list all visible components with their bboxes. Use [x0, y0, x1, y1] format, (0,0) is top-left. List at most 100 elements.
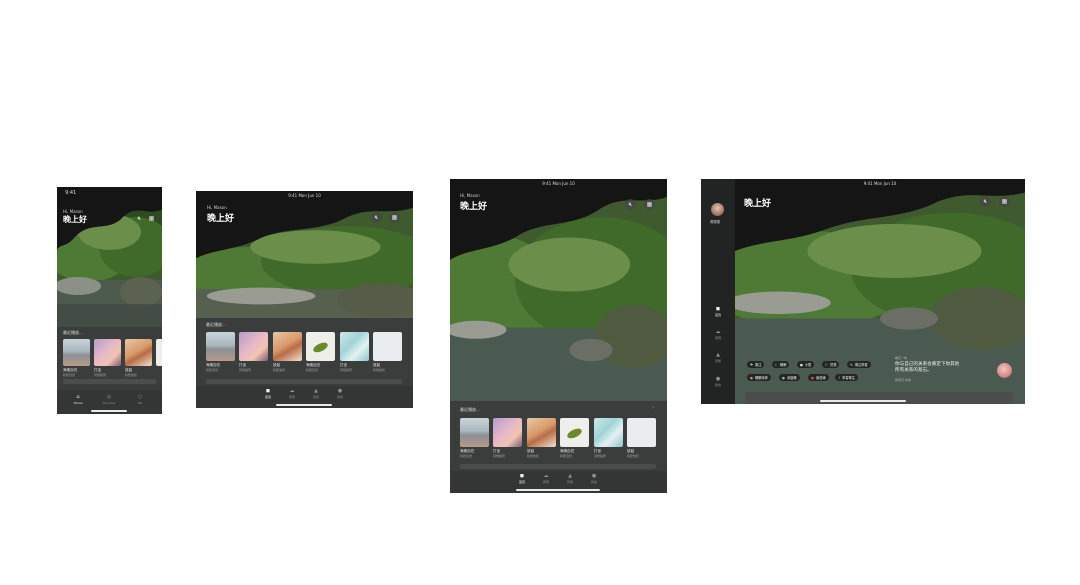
chip-meditate[interactable]: ⚐ 冥想: [822, 361, 840, 368]
chip-label: 睡眠: [780, 363, 787, 367]
recent-thumb-1[interactable]: [63, 339, 90, 366]
grid-button[interactable]: ▦: [147, 214, 156, 223]
recent-thumb-3[interactable]: [273, 332, 302, 361]
recent-thumb-6[interactable]: [627, 418, 656, 447]
sound-toggle-button[interactable]: 🔇︎: [625, 199, 636, 210]
tab-discover[interactable]: ☁ 發現: [282, 389, 302, 400]
home-icon: ◼: [519, 473, 525, 479]
user-icon: ●: [591, 473, 597, 479]
tab-discover[interactable]: ◎ Discover: [98, 394, 120, 406]
greeting-subtitle: Hi, Mason: [207, 205, 227, 210]
chip-label: 專注學習: [854, 363, 868, 367]
mini-player[interactable]: [206, 379, 402, 384]
tab-home[interactable]: ◼ 首頁: [512, 473, 532, 485]
sound-off-icon: 🔇︎: [628, 200, 633, 208]
user-icon: ○: [137, 394, 143, 400]
tab-home[interactable]: ⌂ Home: [67, 394, 89, 406]
moon-icon: ☾: [775, 362, 779, 367]
tab-meditate[interactable]: ▲ 冥想: [560, 473, 580, 485]
tab-label: 發現: [288, 395, 295, 399]
sound-toggle-button[interactable]: 🔇︎: [135, 214, 144, 223]
dot-icon: ●: [811, 375, 814, 380]
tab-bar: ◼ 首頁 ☁ 發現 ▲ 冥想 ● 我的: [196, 386, 413, 408]
chip-deep-sleep[interactable]: ● 深度睡: [779, 374, 800, 381]
mountain-icon: ▲: [568, 473, 572, 479]
compass-icon: ◎: [106, 394, 112, 400]
chip-nap[interactable]: ◼ 小憩: [797, 361, 815, 368]
cloud-icon: ☁: [715, 329, 721, 335]
grid-button[interactable]: ▦: [999, 196, 1010, 207]
recent-thumb-2[interactable]: [493, 418, 522, 447]
tab-label: Me: [137, 401, 143, 405]
recent-item-sub: 聆聽自然: [460, 454, 473, 458]
chip-study-focus[interactable]: ♪ 學習專注: [835, 374, 858, 381]
tab-meditate[interactable]: ▲ 冥想: [306, 389, 326, 400]
recent-thumb-3[interactable]: [125, 339, 152, 366]
recent-thumb-6[interactable]: [373, 332, 402, 361]
tab-me[interactable]: ○ Me: [129, 394, 151, 406]
square-icon: ◼: [800, 362, 803, 367]
sidebar-item-mine[interactable]: ● 我的: [709, 377, 727, 388]
tab-home[interactable]: ◼ 首頁: [258, 389, 278, 400]
tab-mine[interactable]: ● 我的: [584, 473, 604, 485]
chip-pomodoro[interactable]: ● 番茄鐘: [808, 374, 829, 381]
recent-thumb-2[interactable]: [239, 332, 268, 361]
recent-title: 最近播放...: [460, 407, 480, 412]
quote-avatar[interactable]: [997, 363, 1012, 378]
home-indicator: [276, 404, 332, 406]
chip-sleep-time[interactable]: ● 睡眠時神: [747, 374, 771, 381]
chip-label: 深度睡: [786, 376, 797, 380]
status-bar: 9:41 Mon Jun 10: [288, 193, 321, 198]
grid-button[interactable]: ▦: [644, 199, 655, 210]
recent-thumb-1[interactable]: [460, 418, 489, 447]
sidebar: 黃曉燕 ◼ 首頁 ☁ 發現 ▲ 冥想 ● 我的: [701, 179, 735, 404]
home-indicator: [516, 489, 600, 491]
recent-thumb-4[interactable]: [306, 332, 335, 361]
recent-thumb-2[interactable]: [94, 339, 121, 366]
chip-focus[interactable]: ⚑ 專注: [747, 361, 765, 368]
grid-icon: ▦: [148, 214, 155, 222]
tab-mine[interactable]: ● 我的: [330, 389, 350, 400]
recent-item-sub: 冥想練習: [94, 373, 107, 377]
sidebar-item-meditate[interactable]: ▲ 冥想: [709, 353, 727, 364]
recent-item-sub: 聆聽放鬆: [125, 373, 138, 377]
recent-thumb-4[interactable]: [156, 339, 162, 366]
tablet-landscape-device: 9:41 Mon Jun 10 Hi, Mason 晚上好 🔇︎ ▦ 最近播放.…: [196, 191, 413, 408]
chip-label: 番茄鐘: [815, 376, 826, 380]
recent-item-sub: 聆聽放鬆: [373, 368, 386, 372]
chip-sleep[interactable]: ☾ 睡眠: [772, 361, 790, 368]
chip-label: 睡眠時神: [754, 376, 768, 380]
tab-label: 首頁: [264, 395, 271, 399]
tab-label: 我的: [590, 480, 597, 484]
sidebar-item-home[interactable]: ◼ 首頁: [709, 307, 727, 318]
tablet-sidebar-device: 黃曉燕 ◼ 首頁 ☁ 發現 ▲ 冥想 ● 我的 9:41 Mon Jun 10 …: [701, 179, 1025, 404]
quote-author: 斯蒂芬·柯维: [895, 378, 911, 382]
greeting-title: 晚上好: [207, 214, 235, 224]
greeting-subtitle: Hi, Mason: [460, 193, 480, 198]
recent-thumb-1[interactable]: [206, 332, 235, 361]
sidebar-item-discover[interactable]: ☁ 發現: [709, 329, 727, 341]
recent-title: 最近播放...: [206, 322, 226, 327]
chip-label: 冥想: [830, 363, 837, 367]
mini-player[interactable]: [460, 464, 656, 469]
recent-thumb-5[interactable]: [594, 418, 623, 447]
chip-study[interactable]: ✎ 專注學習: [847, 361, 871, 368]
sound-off-icon: 🔇︎: [374, 213, 379, 221]
chip-label: 專注: [755, 363, 762, 367]
recent-item-sub: 聆聽自然: [560, 454, 573, 458]
recent-item-sub: 聆聽自然: [63, 373, 76, 377]
mini-player[interactable]: [745, 392, 1013, 404]
mini-player[interactable]: [63, 379, 156, 384]
recent-thumb-5[interactable]: [340, 332, 369, 361]
recent-thumb-3[interactable]: [527, 418, 556, 447]
sound-toggle-button[interactable]: 🔇︎: [371, 212, 382, 223]
recent-thumb-4[interactable]: [560, 418, 589, 447]
avatar[interactable]: [711, 203, 724, 216]
grid-button[interactable]: ▦: [389, 212, 400, 223]
tab-discover[interactable]: ☁ 發現: [536, 474, 556, 485]
greeting-title: 晚上好: [63, 215, 87, 224]
recent-more-arrow[interactable]: ›: [652, 405, 654, 411]
recent-item-sub: 聆聽放鬆: [273, 368, 286, 372]
sound-toggle-button[interactable]: 🔇︎: [980, 196, 991, 207]
home-icon: ⌂: [76, 394, 80, 400]
